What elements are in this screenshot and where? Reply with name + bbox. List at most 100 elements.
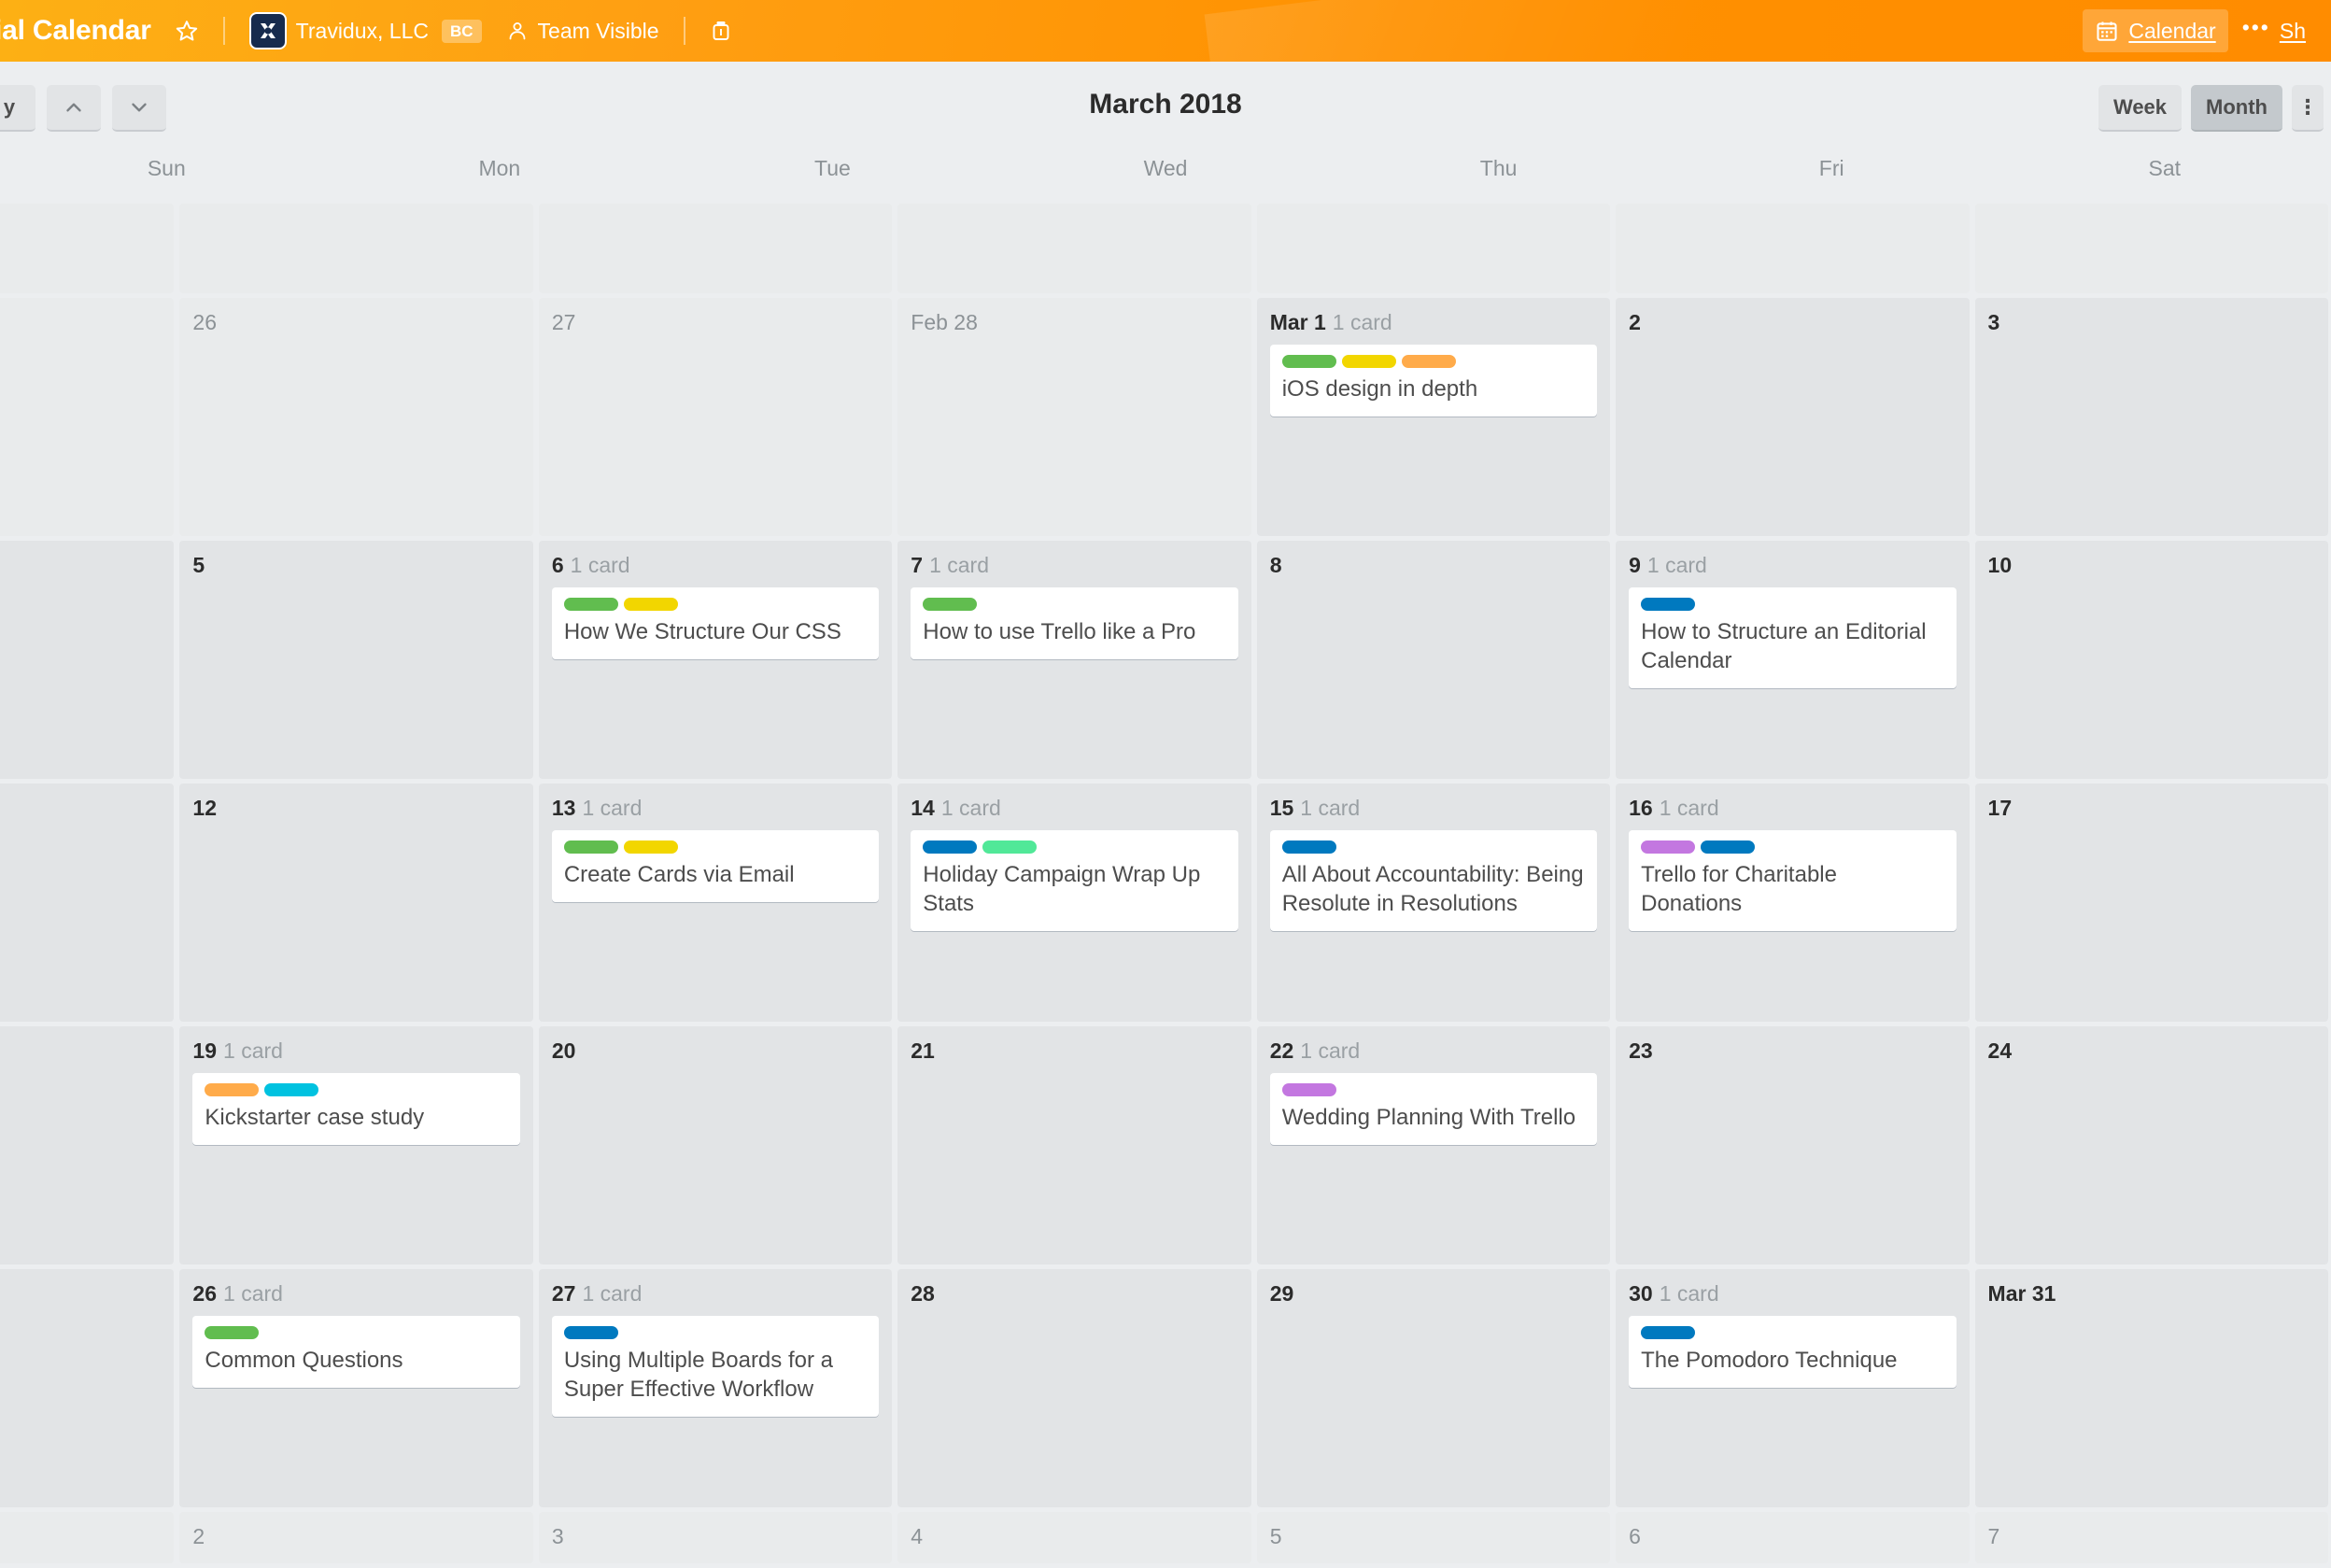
trello-card[interactable]: The Pomodoro Technique	[1629, 1316, 1957, 1389]
calendar-day-cell[interactable]: 27	[538, 298, 893, 536]
calendar-toolbar: March 2018 y Week Month ⋮	[0, 62, 2331, 148]
calendar-day-cell[interactable]: 7	[1974, 1512, 2328, 1563]
calendar-day-cell[interactable]: Mar 31	[1974, 1269, 2328, 1507]
trello-card[interactable]: Create Cards via Email	[551, 830, 880, 903]
calendar-settings-button[interactable]: ⋮	[2292, 85, 2324, 132]
card-label-chip[interactable]	[1401, 355, 1456, 369]
card-label-chip[interactable]	[563, 598, 618, 612]
calendar-day-cell[interactable]: 20	[538, 1026, 893, 1264]
board-menu-button[interactable]: ••• Sh	[2230, 9, 2318, 52]
trello-card[interactable]: Trello for Charitable Donations	[1629, 830, 1957, 931]
trello-card[interactable]: Holiday Campaign Wrap Up Stats	[911, 830, 1238, 931]
card-label-chip[interactable]	[1281, 1083, 1336, 1097]
calendar-day-cell[interactable]: 4	[897, 1512, 1251, 1563]
card-label-chip[interactable]	[1281, 355, 1336, 369]
trello-card[interactable]: iOS design in depth	[1269, 345, 1598, 417]
today-button[interactable]: y	[0, 85, 35, 132]
calendar-day-cell[interactable]: 14 1 card Holiday Campaign Wrap Up Stats	[897, 784, 1251, 1022]
calendar-day-cell[interactable]: 2	[1616, 298, 1970, 536]
calendar-day-cell[interactable]	[897, 204, 1251, 293]
calendar-day-cell[interactable]: 10	[1974, 541, 2328, 779]
card-label-chip[interactable]	[205, 1083, 260, 1097]
calendar-day-cell[interactable]: 24	[1974, 1026, 2328, 1264]
card-label-chip[interactable]	[1641, 1326, 1696, 1340]
card-label-chip[interactable]	[1641, 841, 1696, 855]
previous-period-button[interactable]	[47, 85, 101, 132]
trello-card[interactable]: How to use Trello like a Pro	[911, 587, 1238, 660]
day-card-count: 1 card	[223, 1281, 283, 1306]
week-view-button[interactable]: Week	[2098, 85, 2183, 132]
card-label-chip[interactable]	[1341, 355, 1396, 369]
trello-card[interactable]: How to Structure an Editorial Calendar	[1629, 587, 1957, 688]
card-label-chip[interactable]	[563, 1326, 618, 1340]
card-label-chip[interactable]	[264, 1083, 319, 1097]
calendar-day-cell[interactable]	[1974, 204, 2328, 293]
day-header: 13 1 card	[552, 796, 879, 820]
calendar-day-cell[interactable]: 26 1 card Common Questions	[179, 1269, 533, 1507]
trello-card[interactable]: Common Questions	[192, 1316, 520, 1389]
calendar-day-cell[interactable]: 1	[0, 1512, 175, 1563]
calendar-day-cell[interactable]: Mar 11 card iOS design in depth	[1256, 298, 1611, 536]
card-label-chip[interactable]	[923, 841, 978, 855]
calendar-day-cell[interactable]: 12	[179, 784, 533, 1022]
month-view-button[interactable]: Month	[2191, 85, 2282, 132]
calendar-day-cell[interactable]: 13 1 card Create Cards via Email	[538, 784, 893, 1022]
calendar-day-cell[interactable]: 27 1 card Using Multiple Boards for a Supe…	[538, 1269, 893, 1507]
calendar-day-cell[interactable]: 25	[0, 1269, 175, 1507]
star-board-button[interactable]	[162, 9, 211, 52]
calendar-day-cell[interactable]: 19 1 card Kickstarter case study	[179, 1026, 533, 1264]
butler-button[interactable]	[698, 9, 744, 52]
calendar-day-cell[interactable]: 26	[179, 298, 533, 536]
calendar-day-cell[interactable]: 3	[538, 1512, 893, 1563]
card-label-chip[interactable]	[1281, 841, 1336, 855]
calendar-day-cell[interactable]: 22 1 card Wedding Planning With Trello	[1256, 1026, 1611, 1264]
calendar-day-cell[interactable]: Feb 28	[897, 298, 1251, 536]
calendar-day-cell[interactable]: 28	[897, 1269, 1251, 1507]
calendar-day-cell[interactable]: 23	[1616, 1026, 1970, 1264]
card-label-chip[interactable]	[623, 598, 678, 612]
trello-card[interactable]: All About Accountability: Being Resolute…	[1269, 830, 1598, 931]
calendar-day-cell[interactable]: 17	[1974, 784, 2328, 1022]
card-label-chip[interactable]	[982, 841, 1038, 855]
day-header: 2	[192, 1524, 519, 1548]
calendar-day-cell[interactable]: 29	[1256, 1269, 1611, 1507]
calendar-day-cell[interactable]: 8	[1256, 541, 1611, 779]
trello-card[interactable]: Wedding Planning With Trello	[1269, 1073, 1598, 1146]
trello-card[interactable]: Using Multiple Boards for a Super Effect…	[551, 1316, 880, 1417]
calendar-day-cell[interactable]: 4	[0, 541, 175, 779]
card-label-chip[interactable]	[563, 841, 618, 855]
calendar-day-cell[interactable]: 6	[1616, 1512, 1970, 1563]
calendar-day-cell[interactable]: 2	[179, 1512, 533, 1563]
calendar-day-cell[interactable]	[1616, 204, 1970, 293]
calendar-day-cell[interactable]	[538, 204, 893, 293]
calendar-day-cell[interactable]: 15 1 card All About Accountability: Being …	[1256, 784, 1611, 1022]
calendar-day-cell[interactable]	[179, 204, 533, 293]
next-period-button[interactable]	[112, 85, 166, 132]
calendar-day-cell[interactable]: 16 1 card Trello for Charitable Donations	[1616, 784, 1970, 1022]
card-label-chip[interactable]	[205, 1326, 260, 1340]
calendar-view-button[interactable]: Calendar	[2083, 9, 2228, 52]
calendar-day-cell[interactable]: 5	[1256, 1512, 1611, 1563]
calendar-day-cell[interactable]: 5	[179, 541, 533, 779]
calendar-day-cell[interactable]: 3	[1974, 298, 2328, 536]
calendar-day-cell[interactable]: 11	[0, 784, 175, 1022]
card-label-chip[interactable]	[1641, 598, 1696, 612]
organization-button[interactable]: Travidux, LLC BC	[237, 9, 494, 52]
calendar-day-cell[interactable]: 30 1 card The Pomodoro Technique	[1616, 1269, 1970, 1507]
visibility-button[interactable]: Team Visible	[494, 9, 671, 52]
day-header: 8	[1270, 553, 1597, 577]
calendar-day-cell[interactable]: 25	[0, 298, 175, 536]
trello-card[interactable]: Kickstarter case study	[192, 1073, 520, 1146]
calendar-day-cell[interactable]: 91 card How to Structure an Editorial Cal…	[1616, 541, 1970, 779]
card-label-chip[interactable]	[923, 598, 978, 612]
calendar-day-cell[interactable]	[0, 204, 175, 293]
calendar-day-cell[interactable]	[1256, 204, 1611, 293]
calendar-day-cell[interactable]: 61 card How We Structure Our CSS	[538, 541, 893, 779]
trello-card[interactable]: How We Structure Our CSS	[551, 587, 880, 660]
calendar-day-cell[interactable]: 71 card How to use Trello like a Pro	[897, 541, 1251, 779]
calendar-day-cell[interactable]: 21	[897, 1026, 1251, 1264]
day-header: 12	[192, 796, 519, 820]
card-label-chip[interactable]	[623, 841, 678, 855]
card-label-chip[interactable]	[1701, 841, 1756, 855]
calendar-day-cell[interactable]: 18	[0, 1026, 175, 1264]
